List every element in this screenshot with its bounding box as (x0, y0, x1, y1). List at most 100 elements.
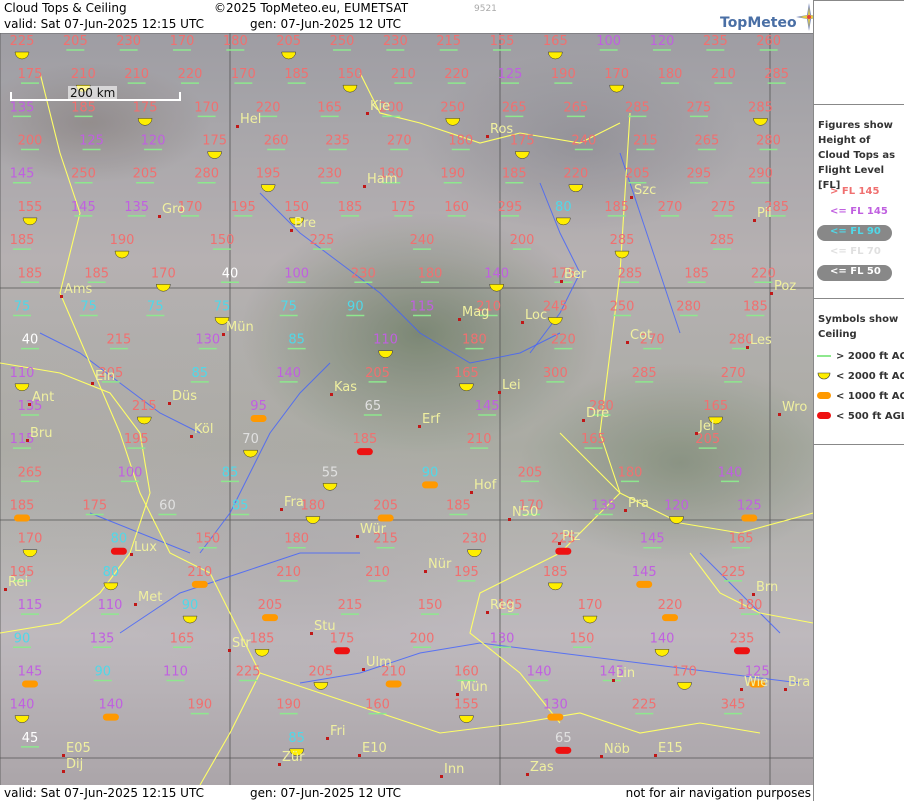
cloud-top-value: 115 (410, 299, 435, 314)
cloud-top-value: 235 (325, 134, 350, 149)
cloud-top-value: 180 (462, 333, 487, 348)
cloud-top-value: 265 (695, 134, 720, 149)
cloud-top-value: 65 (365, 399, 382, 414)
cloud-top-value: 180 (448, 134, 473, 149)
cloud-top-value: 205 (625, 167, 650, 182)
cloud-top-value: 180 (418, 266, 443, 281)
cloud-top-value: 275 (687, 100, 712, 115)
map-overlay: 225 205 230 170 180 205 250 230 215 155 165 100 120 2… (0, 33, 813, 785)
cloud-top-value: 165 (703, 399, 728, 414)
city-marker (752, 593, 755, 596)
city-marker (560, 280, 563, 283)
cloud-top-value: 120 (650, 34, 675, 49)
cloud-top-value: 210 (365, 565, 390, 580)
cloud-top-value: 90 (347, 299, 364, 314)
city-marker (784, 688, 787, 691)
cloud-top-value: 280 (676, 299, 701, 314)
cloud-top-value: 185 (250, 631, 275, 646)
cloud-top-value: 155 (490, 34, 515, 49)
city-label: Kie (370, 99, 390, 114)
cloud-top-value: 240 (410, 233, 435, 248)
city-label: Mün (460, 680, 488, 695)
city-label: E05 (66, 741, 91, 756)
city-marker (778, 413, 781, 416)
scale-label: 200 km (68, 86, 118, 100)
city-label: Nür (428, 557, 452, 572)
cloud-top-value: 205 (308, 664, 333, 679)
city-marker (612, 679, 615, 682)
satellite-map[interactable]: 225 205 230 170 180 205 250 230 215 155 165 100 120 2… (0, 33, 813, 785)
cloud-top-value: 140 (98, 698, 123, 713)
ceiling-bar (102, 713, 119, 721)
cloud-top-value: 170 (194, 100, 219, 115)
cloud-top-value: 85 (288, 731, 305, 746)
city-label: Ros (490, 122, 513, 137)
cloud-top-value: 190 (187, 698, 212, 713)
city-marker (130, 553, 133, 556)
cloud-top-value: 140 (10, 698, 35, 713)
cloud-top-value: 205 (365, 366, 390, 381)
cloud-top-value: 210 (711, 67, 736, 82)
legend-symbol-row: > 2000 ft AGL (816, 350, 904, 362)
city-label: Nöb (604, 742, 630, 757)
city-marker (362, 668, 365, 671)
cloud-top-value: 275 (711, 200, 736, 215)
tiny-id: 9521 (474, 4, 497, 14)
city-label: Köl (194, 422, 213, 437)
cloud-top-value: 185 (284, 67, 309, 82)
cloud-top-value: 165 (729, 532, 754, 547)
ceiling-bar (422, 481, 438, 489)
cloud-top-value: 115 (18, 598, 43, 613)
city-marker (91, 382, 94, 385)
cloud-top-value: 175 (391, 200, 416, 215)
cloud-top-value: 215 (338, 598, 363, 613)
cloud-top-value: 90 (94, 664, 111, 679)
cloud-top-value: 135 (591, 499, 616, 514)
city-label: Met (138, 590, 162, 605)
city-marker (236, 125, 239, 128)
cloud-top-value: 290 (748, 167, 773, 182)
cloud-top-value: 185 (743, 299, 768, 314)
cloud-top-value: 130 (543, 698, 568, 713)
cloud-top-value: 220 (444, 67, 469, 82)
cloud-top-value: 90 (182, 598, 199, 613)
cloud-top-value: 185 (684, 266, 709, 281)
city-label: Poz (774, 279, 796, 294)
cloud-top-value: 345 (721, 698, 746, 713)
cloud-top-value: 190 (110, 233, 135, 248)
cloud-top-value: 285 (618, 266, 643, 281)
scale-bar: 200 km (10, 86, 181, 102)
ceiling-bar (22, 680, 38, 688)
cloud-top-value: 210 (276, 565, 301, 580)
cloud-top-value: 75 (214, 299, 231, 314)
city-marker (746, 346, 749, 349)
city-marker (753, 219, 756, 222)
city-label: Inn (444, 762, 464, 777)
cloud-top-value: 55 (322, 465, 339, 480)
cloud-top-value: 295 (498, 200, 523, 215)
cloud-top-value: 185 (604, 200, 629, 215)
cloud-top-value: 230 (462, 532, 487, 547)
city-marker (290, 229, 293, 232)
legend-level: <= FL 70 (830, 246, 881, 257)
copyright: ©2025 TopMeteo.eu, EUMETSAT (214, 1, 409, 15)
ceiling-bar (14, 514, 30, 522)
ceiling-bar (547, 713, 564, 721)
city-marker (134, 603, 137, 606)
city-marker (654, 754, 657, 757)
cloud-top-value: 250 (440, 100, 465, 115)
ceiling-bar (262, 614, 278, 622)
city-label: Ams (64, 282, 93, 297)
cloud-top-value: 75 (280, 299, 297, 314)
city-label: Hof (474, 478, 497, 493)
city-label: E10 (362, 741, 387, 756)
cloud-top-value: 220 (178, 67, 203, 82)
cloud-top-value: 285 (625, 100, 650, 115)
city-marker (168, 402, 171, 405)
cloud-top-value: 130 (490, 631, 515, 646)
city-marker (695, 432, 698, 435)
cloud-top-value: 260 (264, 134, 289, 149)
city-label: Düs (172, 389, 197, 404)
city-marker (356, 535, 359, 538)
cloud-top-value: 160 (365, 698, 390, 713)
